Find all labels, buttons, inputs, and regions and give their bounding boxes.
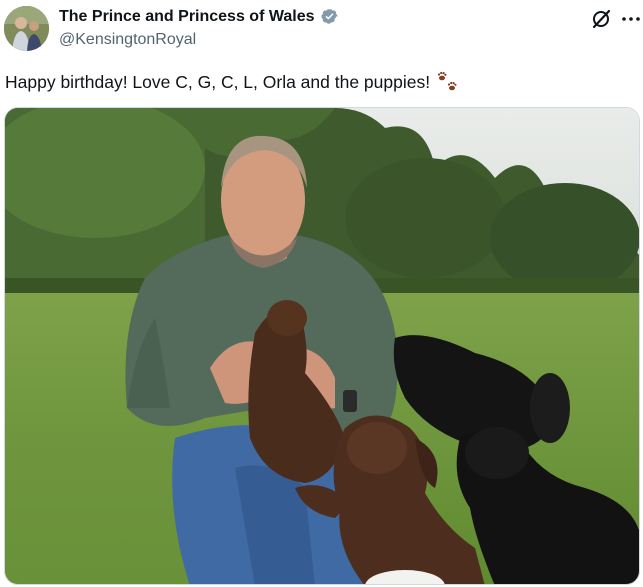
author-handle[interactable]: @KensingtonRoyal <box>59 31 196 49</box>
photo-image <box>5 108 639 584</box>
author-name-row: The Prince and Princess of Wales <box>59 7 339 26</box>
avatar[interactable] <box>4 6 49 51</box>
paw-prints-icon <box>436 70 460 94</box>
author-display-name[interactable]: The Prince and Princess of Wales <box>59 8 315 26</box>
tweet-text: Happy birthday! Love C, G, C, L, Orla an… <box>5 70 460 94</box>
grok-icon[interactable] <box>588 6 614 32</box>
tweet-text-content: Happy birthday! Love C, G, C, L, Orla an… <box>5 72 431 92</box>
tweet-photo[interactable] <box>4 107 640 585</box>
avatar-image <box>4 6 49 51</box>
verified-badge-icon[interactable] <box>320 7 339 26</box>
more-icon[interactable] <box>620 8 642 30</box>
